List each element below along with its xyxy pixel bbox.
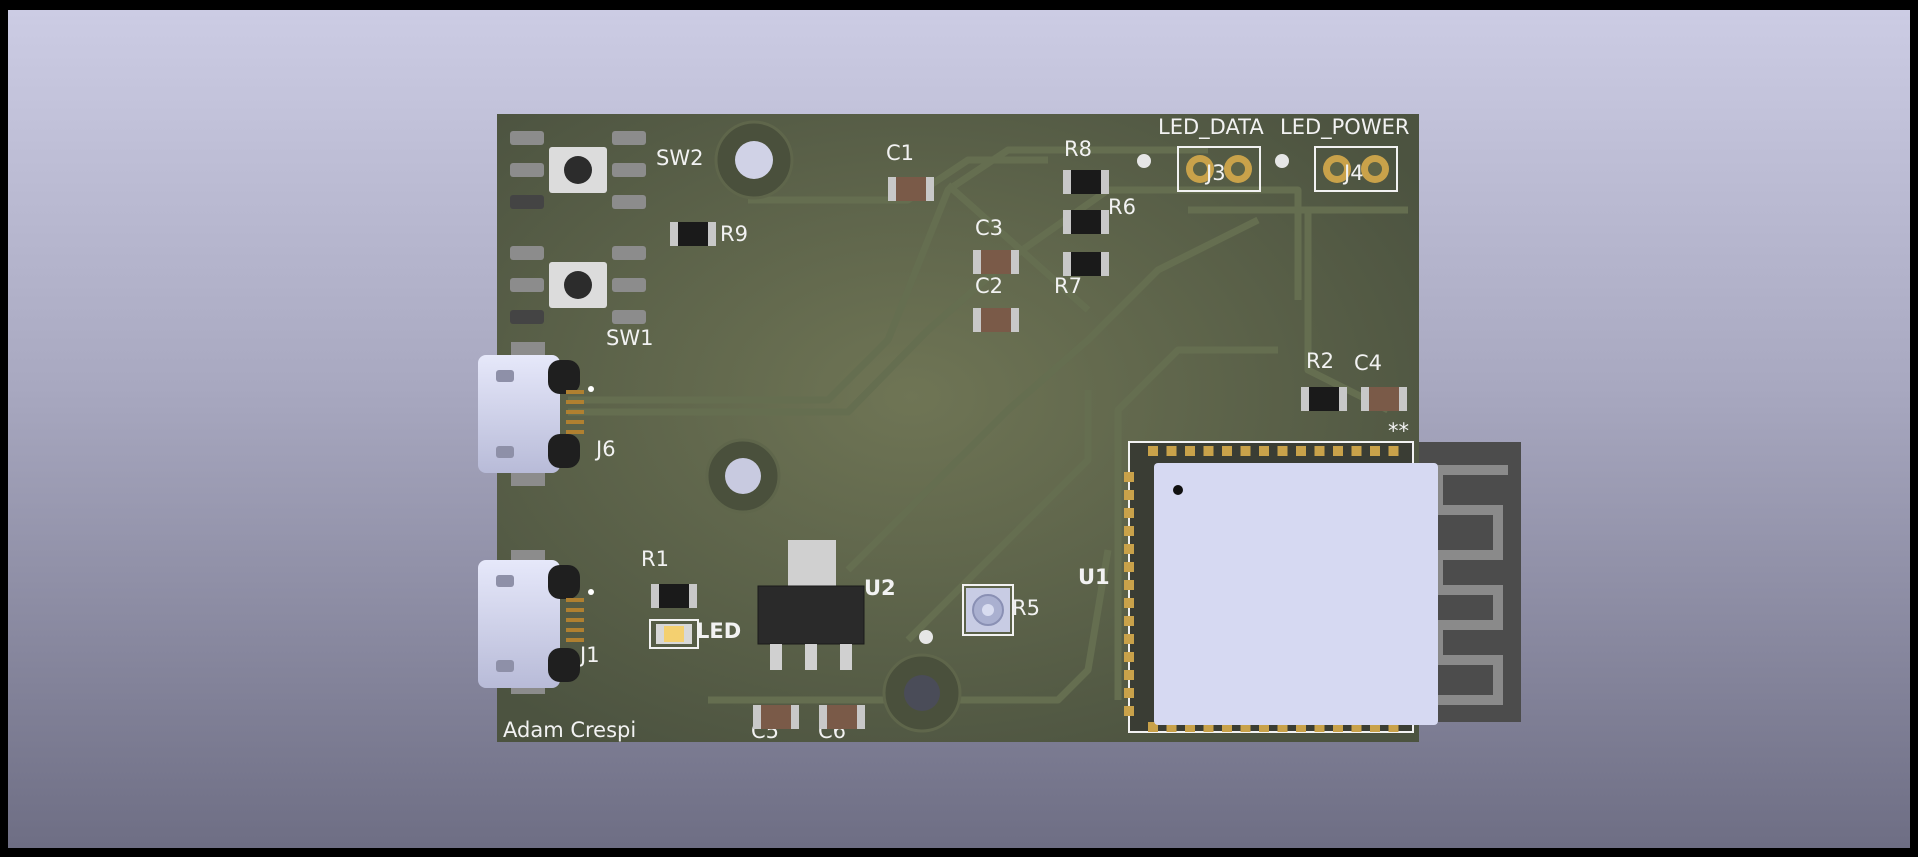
module-pad [1124, 562, 1134, 572]
usb-connector-j1[interactable] [478, 550, 594, 694]
c5-body [753, 705, 799, 729]
sw1-label: SW1 [606, 326, 653, 350]
r2-label: R2 [1306, 349, 1334, 373]
module-pad [1333, 446, 1343, 456]
module-pad [1124, 616, 1134, 626]
module-pad [1124, 544, 1134, 554]
module-pad [1124, 706, 1134, 716]
module-pad [1124, 634, 1134, 644]
trimpot-r5[interactable] [962, 584, 1014, 636]
rf-shield-can [1154, 463, 1438, 725]
author-label: Adam Crespi [503, 718, 636, 742]
u1-label: U1 [1078, 565, 1110, 589]
r5-label: R5 [1012, 596, 1040, 620]
module-pad [1240, 446, 1251, 456]
r7-body [1063, 252, 1109, 276]
c2-label: C2 [975, 274, 1003, 298]
r2-body [1301, 387, 1347, 411]
c2-body [973, 308, 1019, 332]
module-pad [1124, 490, 1134, 500]
module-pad [1203, 446, 1214, 456]
c3-label: C3 [975, 216, 1003, 240]
r8-label: R8 [1064, 137, 1092, 161]
module-pad [1185, 446, 1195, 456]
c1-label: C1 [886, 141, 914, 165]
module-pad [1124, 670, 1134, 680]
led-component [649, 619, 699, 649]
r1-label: R1 [641, 547, 669, 571]
c6-body [819, 705, 865, 729]
r6-body [1063, 210, 1109, 234]
module-pad [1124, 688, 1134, 698]
j1-label: J1 [578, 643, 600, 667]
led-data-label: LED_DATA [1158, 115, 1264, 140]
module-pad [1314, 446, 1325, 456]
module-pad [1370, 446, 1380, 456]
esp32-module-u1 [1124, 441, 1438, 733]
module-pad [1124, 526, 1134, 536]
r6-label: R6 [1108, 195, 1136, 219]
r9-body [670, 222, 716, 246]
led-label: LED [696, 619, 741, 643]
module-marker: ** [1388, 419, 1409, 443]
j4-ref: J4 [1342, 161, 1364, 185]
c4-body [1361, 387, 1407, 411]
sw2-label: SW2 [656, 146, 703, 170]
module-pad [1296, 446, 1306, 456]
module-pad [1166, 446, 1177, 456]
module-pad [1124, 508, 1134, 518]
u2-label: U2 [864, 576, 896, 600]
module-pad [1222, 446, 1232, 456]
module-pad [1351, 446, 1362, 456]
pcb-3d-render: SW2 SW1 C1 C2 C3 C4 C5 C6 R1 R2 R5 R6 R7… [478, 114, 1521, 743]
r7-label: R7 [1054, 274, 1082, 298]
module-pad [1277, 446, 1288, 456]
module-pad [1124, 472, 1134, 482]
j6-label: J6 [594, 437, 616, 461]
module-pad [1124, 580, 1134, 590]
led-power-label: LED_POWER [1280, 115, 1409, 140]
module-pad [1124, 598, 1134, 608]
j3-ref: J3 [1204, 161, 1226, 185]
c4-label: C4 [1354, 351, 1382, 375]
3d-viewer-canvas[interactable]: SW2 SW1 C1 C2 C3 C4 C5 C6 R1 R2 R5 R6 R7… [8, 10, 1910, 848]
module-pad [1148, 446, 1158, 456]
r8-body [1063, 170, 1109, 194]
c1-body [888, 177, 934, 201]
module-pad [1388, 446, 1399, 456]
module-pad [1259, 446, 1269, 456]
r9-label: R9 [720, 222, 748, 246]
c3-body [973, 250, 1019, 274]
r1-body [651, 584, 697, 608]
module-pad [1124, 652, 1134, 662]
